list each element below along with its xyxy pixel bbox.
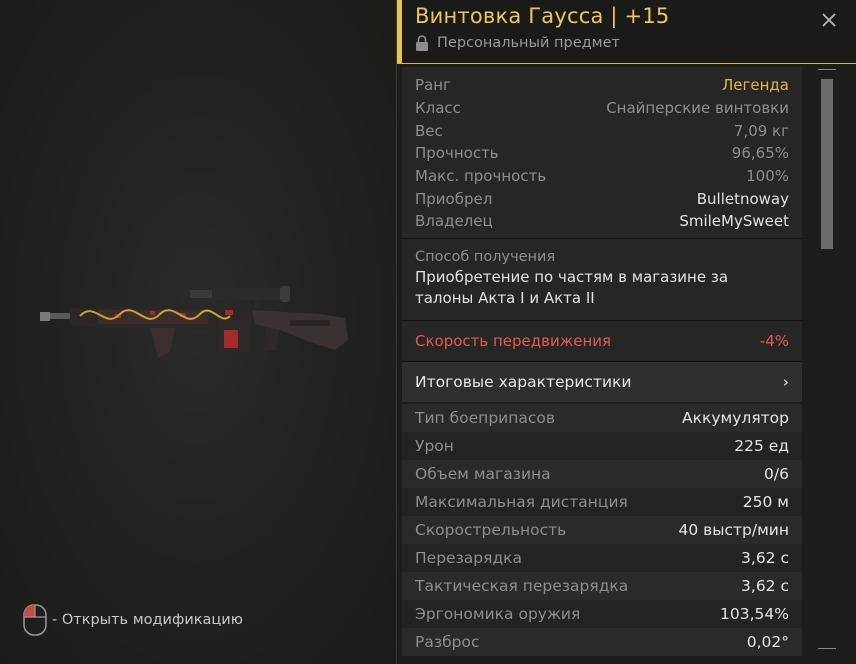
personal-item-label: Персональный предмет (437, 35, 620, 51)
info-value: Снайперские винтовки (606, 99, 789, 118)
total-stats-button[interactable]: Итоговые характеристики › (402, 362, 802, 402)
stat-label: Максимальная дистанция (415, 493, 628, 511)
info-value: 7,09 кг (733, 121, 789, 140)
scroll-bottom-indicator (818, 648, 836, 649)
open-modification-hint: - Открыть модификацию (22, 604, 243, 636)
stat-row: Объем магазина 0/6 (402, 460, 802, 488)
stat-label: Тип боеприпасов (415, 409, 555, 427)
stat-value: 3,62 с (741, 549, 789, 567)
stat-row: Скорострельность 40 выстр/мин (402, 516, 802, 544)
stat-value: 40 выстр/мин (678, 521, 789, 539)
close-icon[interactable] (819, 10, 839, 30)
item-preview-panel: - Открыть модификацию (0, 0, 396, 664)
info-row: Макс. прочность 100% (402, 165, 802, 188)
stat-value: 225 ед (734, 437, 789, 455)
movement-speed-row: Скорость передвижения -4% (402, 321, 802, 362)
rarity-accent-bar (397, 0, 402, 63)
stat-row: Эргономика оружия 103,54% (402, 600, 802, 628)
scroll-top-indicator (818, 69, 836, 70)
movement-speed-label: Скорость передвижения (415, 332, 612, 350)
lock-icon (416, 35, 428, 51)
stat-row: Тип боеприпасов Аккумулятор (402, 404, 802, 432)
movement-speed-value: -4% (759, 332, 789, 350)
stat-label: Урон (415, 437, 454, 455)
scrollbar-thumb[interactable] (821, 79, 833, 249)
info-block: Ранг Легенда Класс Снайперские винтовки Вес 7… (402, 67, 802, 239)
info-label: Класс (415, 99, 461, 118)
stat-row: Разброс 0,02° (402, 628, 802, 656)
item-info-panel: Винтовка Гаусса | +15 Персональный предм… (396, 0, 856, 664)
stat-label: Объем магазина (415, 465, 551, 483)
item-details: Ранг Легенда Класс Снайперские винтовки Вес 7… (402, 67, 802, 656)
stat-label: Эргономика оружия (415, 605, 581, 623)
stat-value: 0/6 (764, 465, 789, 483)
info-label: Приобрел (415, 189, 493, 208)
info-row: Ранг Легенда (402, 74, 802, 97)
info-row: Класс Снайперские винтовки (402, 97, 802, 120)
stat-value: 3,62 с (741, 577, 789, 595)
acquisition-label: Способ получения (415, 249, 556, 265)
stats-list: Тип боеприпасов Аккумулятор Урон 225 ед Объе… (402, 404, 802, 656)
info-value: Легенда (722, 76, 789, 95)
stat-value: Аккумулятор (682, 409, 789, 427)
stat-row: Максимальная дистанция 250 м (402, 488, 802, 516)
total-stats-label: Итоговые характеристики (415, 373, 632, 391)
stat-value: 250 м (742, 493, 789, 511)
info-label: Макс. прочность (415, 167, 547, 186)
info-value: SmileMySweet (679, 212, 789, 231)
info-label: Владелец (415, 212, 493, 231)
hint-text: - Открыть модификацию (52, 612, 243, 628)
acquisition-text: Приобретение по частям в магазине за тал… (415, 268, 729, 307)
info-row: Владелец SmileMySweet (402, 210, 802, 233)
mouse-left-click-icon (23, 604, 47, 636)
stat-value: 103,54% (720, 605, 789, 623)
info-value: 100% (746, 167, 789, 186)
info-row: Прочность 96,65% (402, 142, 802, 165)
info-label: Прочность (415, 144, 499, 163)
info-value: 96,65% (731, 144, 789, 163)
info-row: Приобрел Bulletnoway (402, 187, 802, 210)
item-subtitle: Персональный предмет (415, 35, 620, 51)
item-title: Винтовка Гаусса | +15 (415, 4, 670, 28)
stat-row: Перезарядка 3,62 с (402, 544, 802, 572)
weapon-image (40, 286, 348, 358)
info-row: Вес 7,09 кг (402, 119, 802, 142)
stat-label: Скорострельность (415, 521, 567, 539)
item-header: Винтовка Гаусса | +15 Персональный предм… (397, 0, 856, 64)
info-value: Bulletnoway (696, 189, 789, 208)
info-label: Вес (415, 121, 443, 140)
info-label: Ранг (415, 76, 451, 95)
stat-row: Урон 225 ед (402, 432, 802, 460)
acquisition-block: Способ получения Приобретение по частям … (402, 239, 802, 321)
stat-label: Разброс (415, 633, 480, 651)
stat-label: Тактическая перезарядка (415, 577, 629, 595)
stat-value: 0,02° (746, 633, 789, 651)
stat-row: Тактическая перезарядка 3,62 с (402, 572, 802, 600)
chevron-right-icon: › (782, 373, 789, 391)
stat-label: Перезарядка (415, 549, 523, 567)
